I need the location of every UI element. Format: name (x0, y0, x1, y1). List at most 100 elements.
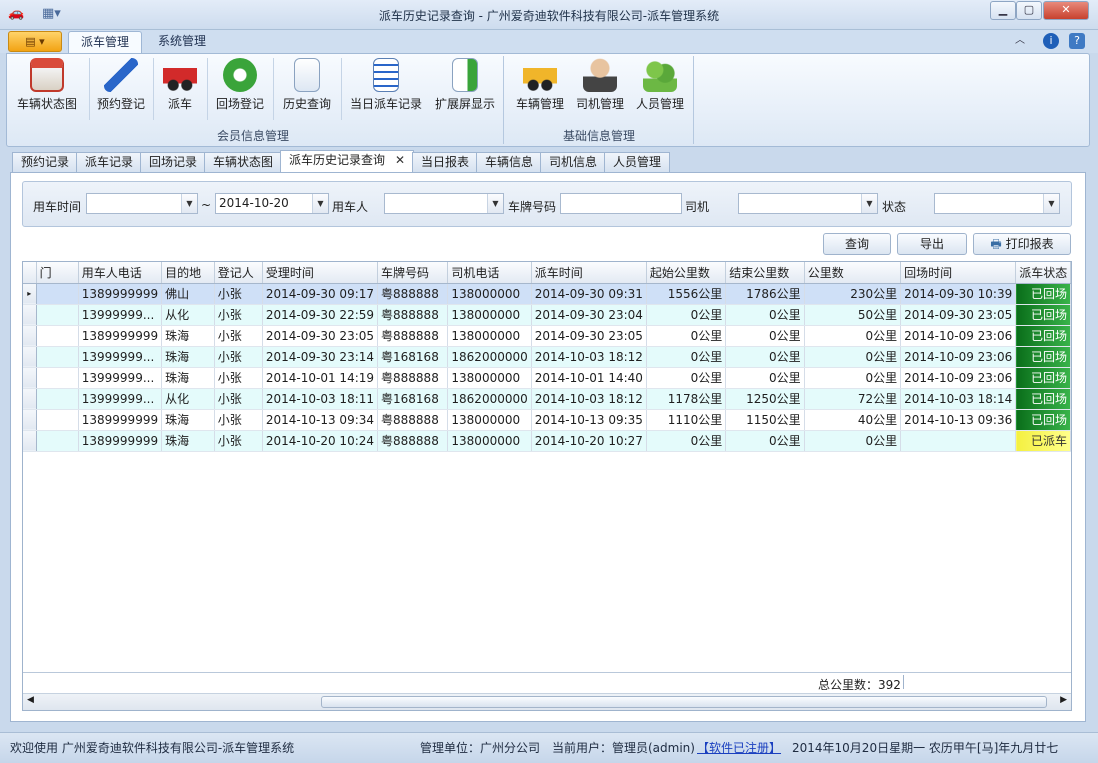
cell-status[interactable]: 已回场 (1015, 367, 1071, 389)
cell-end-km[interactable]: 1250公里 (725, 388, 805, 410)
col-driver-phone[interactable]: 司机电话 (447, 262, 532, 284)
cell-phone[interactable]: 13999999... (78, 388, 163, 410)
cell-status[interactable]: 已回场 (1015, 283, 1071, 305)
application-menu-button[interactable]: ▤ ▾ (8, 31, 62, 52)
cell-return-time[interactable]: 2014-09-30 23:05 (900, 304, 1017, 326)
col-registrar[interactable]: 登记人 (214, 262, 263, 284)
cell-destination[interactable]: 珠海 (161, 409, 215, 431)
extended-display-button[interactable]: 扩展屏显示 (429, 58, 501, 120)
cell-plate[interactable]: 粤888888 (377, 367, 449, 389)
cell-return-time[interactable]: 2014-10-09 23:06 (900, 346, 1017, 368)
cell-driver-phone[interactable]: 138000000 (447, 430, 532, 452)
col-phone[interactable]: 用车人电话 (78, 262, 163, 284)
cell-dept[interactable] (36, 325, 79, 347)
row-indicator[interactable] (23, 409, 37, 431)
col-status[interactable]: 派车状态 (1015, 262, 1071, 284)
vehicle-manage-button[interactable]: 车辆管理 (511, 58, 569, 120)
dispatch-button[interactable]: 派车 (157, 58, 203, 120)
cell-status[interactable]: 已回场 (1015, 388, 1071, 410)
row-indicator[interactable] (23, 346, 37, 368)
doc-tab-vehicle-status[interactable]: 车辆状态图 (204, 152, 283, 173)
cell-km[interactable]: 72公里 (804, 388, 902, 410)
cell-accept-time[interactable]: 2014-10-03 18:11 (262, 388, 379, 410)
cell-km[interactable]: 0公里 (804, 430, 902, 452)
cell-status[interactable]: 已回场 (1015, 325, 1071, 347)
return-register-button[interactable]: 回场登记 (211, 58, 269, 120)
cell-dispatch-time[interactable]: 2014-10-03 18:12 (531, 388, 647, 410)
doc-tab-history[interactable]: 派车历史记录查询 ✕ (280, 150, 415, 173)
collapse-ribbon-icon[interactable]: ︿ (1012, 33, 1028, 49)
cell-registrar[interactable]: 小张 (214, 283, 263, 305)
cell-accept-time[interactable]: 2014-09-30 22:59 (262, 304, 379, 326)
cell-accept-time[interactable]: 2014-09-30 23:05 (262, 325, 379, 347)
cell-driver-phone[interactable]: 138000000 (447, 283, 532, 305)
cell-end-km[interactable]: 0公里 (725, 304, 805, 326)
cell-status[interactable]: 已回场 (1015, 409, 1071, 431)
row-indicator[interactable] (23, 430, 37, 452)
cell-dispatch-time[interactable]: 2014-10-13 09:35 (531, 409, 647, 431)
cell-plate[interactable]: 粤168168 (377, 346, 449, 368)
cell-return-time[interactable] (900, 430, 1017, 452)
chevron-down-icon[interactable]: ▼ (181, 194, 197, 213)
cell-km[interactable]: 0公里 (804, 346, 902, 368)
cell-destination[interactable]: 佛山 (161, 283, 215, 305)
cell-start-km[interactable]: 0公里 (646, 304, 727, 326)
col-plate[interactable]: 车牌号码 (377, 262, 449, 284)
cell-km[interactable]: 0公里 (804, 325, 902, 347)
chevron-down-icon[interactable]: ▼ (312, 194, 328, 213)
cell-return-time[interactable]: 2014-10-09 23:06 (900, 367, 1017, 389)
cell-km[interactable]: 230公里 (804, 283, 902, 305)
col-start-km[interactable]: 起始公里数 (646, 262, 727, 284)
doc-tab-dispatch[interactable]: 派车记录 (76, 152, 143, 173)
cell-destination[interactable]: 珠海 (161, 430, 215, 452)
cell-destination[interactable]: 珠海 (161, 346, 215, 368)
cell-end-km[interactable]: 1786公里 (725, 283, 805, 305)
cell-driver-phone[interactable]: 138000000 (447, 304, 532, 326)
people-manage-button[interactable]: 人员管理 (631, 58, 689, 120)
cell-registrar[interactable]: 小张 (214, 325, 263, 347)
cell-accept-time[interactable]: 2014-09-30 23:14 (262, 346, 379, 368)
cell-return-time[interactable]: 2014-10-03 18:14 (900, 388, 1017, 410)
cell-phone[interactable]: 13999999... (78, 346, 163, 368)
row-indicator[interactable] (23, 388, 37, 410)
cell-destination[interactable]: 珠海 (161, 367, 215, 389)
cell-phone[interactable]: 1389999999 (78, 283, 163, 305)
row-indicator[interactable] (23, 325, 37, 347)
print-report-button[interactable]: 🖶 打印报表 (973, 233, 1071, 255)
ribbon-tab-system[interactable]: 系统管理 (146, 31, 218, 53)
table-row[interactable]: 13999999... 从化 小张 2014-09-30 22:59 粤888888 13… (23, 304, 1071, 326)
cell-dept[interactable] (36, 409, 79, 431)
cell-accept-time[interactable]: 2014-10-01 14:19 (262, 367, 379, 389)
doc-tab-daily-report[interactable]: 当日报表 (412, 152, 479, 173)
table-row[interactable]: 13999999... 从化 小张 2014-10-03 18:11 粤168168 18… (23, 388, 1071, 410)
time-to-combo[interactable]: 2014-10-20 ▼ (215, 193, 329, 214)
scrollbar-thumb[interactable] (321, 696, 1047, 708)
cell-plate[interactable]: 粤888888 (377, 409, 449, 431)
cell-driver-phone[interactable]: 1862000000 (447, 346, 532, 368)
cell-plate[interactable]: 粤888888 (377, 430, 449, 452)
cell-end-km[interactable]: 0公里 (725, 325, 805, 347)
cell-return-time[interactable]: 2014-10-13 09:36 (900, 409, 1017, 431)
cell-km[interactable]: 50公里 (804, 304, 902, 326)
cell-start-km[interactable]: 0公里 (646, 325, 727, 347)
cell-accept-time[interactable]: 2014-10-20 10:24 (262, 430, 379, 452)
cell-driver-phone[interactable]: 138000000 (447, 409, 532, 431)
cell-start-km[interactable]: 1556公里 (646, 283, 727, 305)
cell-registrar[interactable]: 小张 (214, 304, 263, 326)
cell-destination[interactable]: 从化 (161, 388, 215, 410)
cell-end-km[interactable]: 0公里 (725, 367, 805, 389)
cell-destination[interactable]: 从化 (161, 304, 215, 326)
cell-phone[interactable]: 1389999999 (78, 430, 163, 452)
chevron-down-icon[interactable]: ▼ (1043, 194, 1059, 213)
maximize-button[interactable]: ▢ (1016, 1, 1042, 20)
cell-registrar[interactable]: 小张 (214, 430, 263, 452)
cell-status[interactable]: 已派车 (1015, 430, 1071, 452)
scroll-left-icon[interactable]: ◀ (27, 695, 34, 705)
cell-accept-time[interactable]: 2014-09-30 09:17 (262, 283, 379, 305)
cell-dept[interactable] (36, 283, 79, 305)
cell-km[interactable]: 40公里 (804, 409, 902, 431)
cell-dept[interactable] (36, 388, 79, 410)
row-indicator[interactable] (23, 367, 37, 389)
cell-plate[interactable]: 粤888888 (377, 283, 449, 305)
table-row[interactable]: 13999999... 珠海 小张 2014-09-30 23:14 粤168168 18… (23, 346, 1071, 368)
